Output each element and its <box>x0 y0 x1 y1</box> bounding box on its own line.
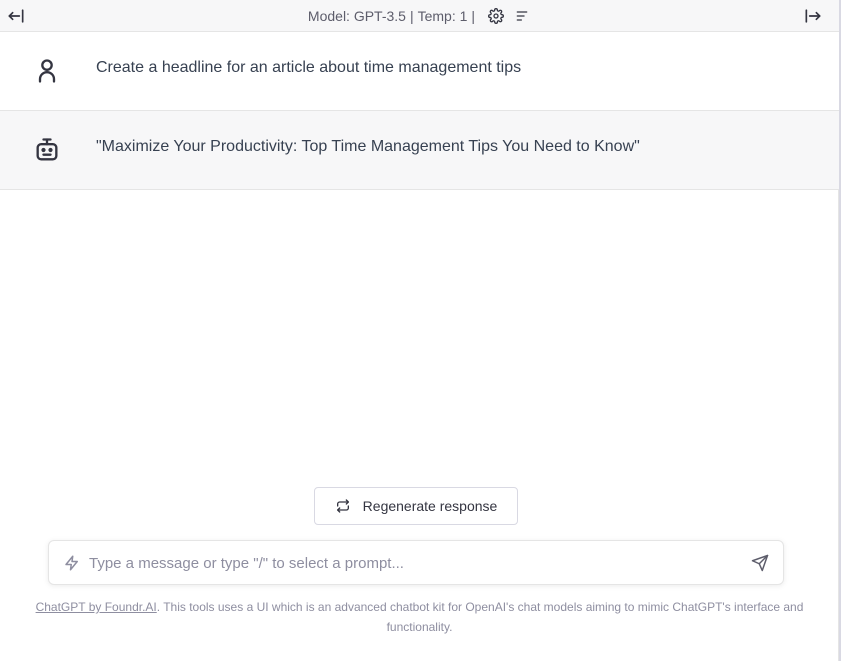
message-input[interactable] <box>89 549 729 577</box>
user-icon <box>38 59 56 83</box>
send-button[interactable] <box>749 552 771 574</box>
settings-button[interactable] <box>487 7 505 25</box>
user-message: Create a headline for an article about t… <box>0 32 839 111</box>
top-bar: Model: GPT-3.5 | Temp: 1 | <box>0 0 839 32</box>
lines-icon <box>516 11 528 21</box>
separator: | <box>471 8 476 24</box>
footer-disclaimer: ChatGPT by Foundr.AI. This tools uses a … <box>0 597 839 637</box>
avatar <box>32 56 62 86</box>
foundr-link[interactable]: ChatGPT by Foundr.AI <box>36 600 157 614</box>
temperature-label: Temp: 1 <box>417 8 468 24</box>
footer-text: . This tools uses a UI which is an advan… <box>156 600 804 634</box>
assistant-message: "Maximize Your Productivity: Top Time Ma… <box>0 111 839 190</box>
chat-app: Model: GPT-3.5 | Temp: 1 | Create a head… <box>0 0 839 661</box>
gear-icon <box>488 8 504 24</box>
open-prompt-bar-button[interactable] <box>799 2 827 30</box>
prompt-shortcut-button[interactable] <box>63 554 81 572</box>
bolt-icon <box>65 555 78 571</box>
robot-icon <box>36 138 58 161</box>
arrow-right-from-bar-icon <box>805 9 821 23</box>
regenerate-response-button[interactable]: Regenerate response <box>314 487 518 525</box>
message-composer <box>48 540 784 585</box>
model-info: Model: GPT-3.5 | Temp: 1 | <box>0 0 839 32</box>
message-text: "Maximize Your Productivity: Top Time Ma… <box>96 138 640 155</box>
separator: | <box>409 8 414 24</box>
message-text: Create a headline for an article about t… <box>96 59 522 76</box>
model-label: Model: GPT-3.5 <box>307 8 406 24</box>
clear-conversation-button[interactable] <box>513 7 531 25</box>
avatar <box>32 135 62 165</box>
repeat-icon <box>335 498 351 514</box>
send-icon <box>751 554 769 572</box>
regenerate-label: Regenerate response <box>362 498 498 514</box>
